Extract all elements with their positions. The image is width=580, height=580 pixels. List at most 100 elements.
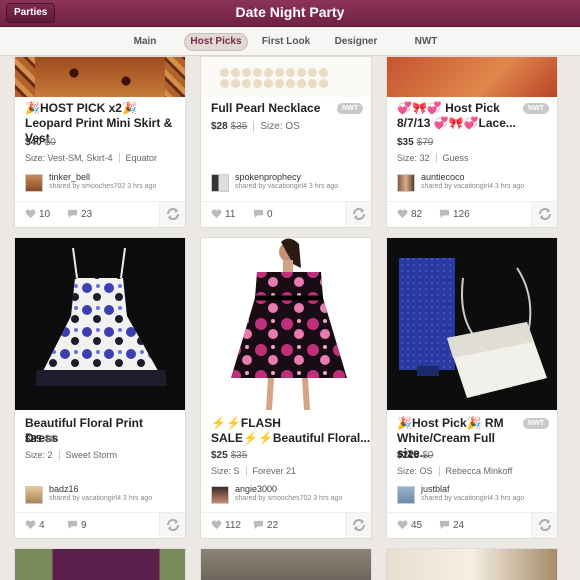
comment-icon [253, 209, 264, 219]
listing-price: $25 $35 [211, 450, 248, 461]
listing-photo[interactable] [15, 57, 185, 97]
nwt-badge: NWT [523, 418, 549, 429]
avatar[interactable] [25, 486, 43, 504]
comment-button[interactable]: 9 [67, 520, 87, 531]
tab-designer[interactable]: Designer [330, 33, 382, 51]
comment-icon [253, 520, 264, 530]
listing-card[interactable] [386, 548, 558, 580]
seller-username[interactable]: justblaf [421, 484, 450, 494]
dress-image [231, 238, 347, 410]
tab-main[interactable]: Main [126, 33, 164, 51]
like-button[interactable]: 112 [211, 520, 241, 531]
share-button[interactable] [159, 513, 185, 538]
shared-by-text: shared by vacationgirl4 3 hrs ago [235, 183, 339, 190]
listing-price: $25 $0 [25, 434, 56, 445]
listing-stats: 82 126 [387, 201, 557, 227]
comment-button[interactable]: 22 [253, 520, 278, 531]
tab-nwt[interactable]: NWT [408, 33, 444, 51]
listing-seller[interactable]: spokenprophecy shared by vacationgirl4 3… [211, 172, 371, 192]
listing-seller[interactable]: angie3000 shared by smooches702 3 hrs ag… [211, 484, 371, 504]
heart-icon [211, 520, 222, 530]
avatar[interactable] [25, 174, 43, 192]
listing-size-brand: Size: 2 Sweet Storm [25, 450, 118, 460]
listing-photo[interactable] [15, 238, 185, 410]
tab-first-look[interactable]: First Look [258, 33, 314, 51]
comment-button[interactable]: 23 [67, 209, 92, 220]
shared-by-text: shared by vacationgirl4 3 hrs ago [421, 495, 525, 502]
like-button[interactable]: 4 [25, 520, 45, 531]
share-icon [167, 208, 179, 220]
heart-icon [397, 520, 408, 530]
listing-price: $35 $79 [397, 137, 434, 148]
share-button[interactable] [159, 202, 185, 227]
seller-username[interactable]: badz16 [49, 484, 79, 494]
share-button[interactable] [531, 513, 557, 538]
share-icon [167, 519, 179, 531]
comment-icon [67, 520, 78, 530]
share-button[interactable] [531, 202, 557, 227]
heart-icon [397, 209, 408, 219]
like-button[interactable]: 11 [211, 209, 235, 220]
avatar[interactable] [397, 174, 415, 192]
comment-icon [67, 209, 78, 219]
listing-stats: 45 24 [387, 512, 557, 538]
listing-photo[interactable] [15, 549, 185, 580]
listing-price: $225 $0 [397, 450, 434, 461]
listing-seller[interactable]: badz16 shared by vacationgirl4 3 hrs ago [25, 484, 185, 504]
shared-by-text: shared by smooches702 3 hrs ago [235, 495, 343, 502]
listing-card[interactable]: Beautiful Floral Print Dress $25 $0 Size:… [14, 237, 186, 539]
listing-photo[interactable] [387, 57, 557, 97]
listing-price: $28 $35 Size: OS [211, 121, 300, 132]
listing-card[interactable]: ⚡⚡FLASH SALE⚡⚡Beautiful Floral... $25 $35… [200, 237, 372, 539]
listing-seller[interactable]: justblaf shared by vacationgirl4 3 hrs a… [397, 484, 557, 504]
seller-username[interactable]: tinker_bell [49, 172, 90, 182]
listing-stats: 11 0 [201, 201, 371, 227]
seller-username[interactable]: auntiecoco [421, 172, 465, 182]
listing-size-brand: Size: 32 Guess [397, 153, 469, 163]
share-button[interactable] [345, 513, 371, 538]
listing-photo[interactable] [387, 238, 557, 410]
listing-photo[interactable] [201, 238, 371, 410]
avatar[interactable] [211, 486, 229, 504]
tab-host-picks[interactable]: Host Picks [184, 33, 248, 51]
avatar[interactable] [397, 486, 415, 504]
listing-stats: 4 9 [15, 512, 185, 538]
share-icon [353, 208, 365, 220]
shared-by-text: shared by smooches702 3 hrs ago [49, 183, 157, 190]
shared-by-text: shared by vacationgirl4 3 hrs ago [49, 495, 153, 502]
like-button[interactable]: 82 [397, 209, 422, 220]
listing-title[interactable]: Full Pearl Necklace [211, 101, 341, 116]
listing-card[interactable] [14, 548, 186, 580]
listing-seller[interactable]: auntiecoco shared by vacationgirl4 3 hrs… [397, 172, 557, 192]
listing-title[interactable]: ⚡⚡FLASH SALE⚡⚡Beautiful Floral... [211, 416, 371, 446]
seller-username[interactable]: spokenprophecy [235, 172, 301, 182]
share-button[interactable] [345, 202, 371, 227]
shared-by-text: shared by vacationgirl4 3 hrs ago [421, 183, 525, 190]
listing-title[interactable]: 💞🎀💞 Host Pick 8/7/13 💞🎀💞Lace... [397, 101, 525, 131]
header-bar: Parties Date Night Party [0, 0, 580, 27]
listing-photo[interactable] [201, 549, 371, 580]
listing-card[interactable]: 🎉HOST PICK x2🎉Leopard Print Mini Skirt &… [14, 56, 186, 228]
comment-icon [439, 520, 450, 530]
tab-bar: Main Host Picks First Look Designer NWT [0, 28, 580, 56]
listing-photo[interactable] [201, 57, 371, 97]
listing-card[interactable] [200, 548, 372, 580]
listing-size-brand: Size: Vest-SM, Skirt-4 Equator [25, 153, 158, 163]
listing-stats: 112 22 [201, 512, 371, 538]
seller-username[interactable]: angie3000 [235, 484, 277, 494]
listing-stats: 10 23 [15, 201, 185, 227]
listing-card[interactable]: 🎉Host Pick🎉 RM White/Cream Full size... … [386, 237, 558, 539]
comment-button[interactable]: 24 [439, 520, 464, 531]
listing-card[interactable]: Full Pearl Necklace NWT $28 $35 Size: OS s… [200, 56, 372, 228]
bag-image [399, 258, 547, 398]
comment-button[interactable]: 0 [253, 209, 273, 220]
listing-photo[interactable] [387, 549, 557, 580]
share-icon [539, 208, 551, 220]
like-button[interactable]: 10 [25, 209, 50, 220]
listing-seller[interactable]: tinker_bell shared by smooches702 3 hrs … [25, 172, 185, 192]
comment-button[interactable]: 126 [439, 209, 470, 220]
listing-card[interactable]: 💞🎀💞 Host Pick 8/7/13 💞🎀💞Lace... NWT $35 $… [386, 56, 558, 228]
nwt-badge: NWT [523, 103, 549, 114]
like-button[interactable]: 45 [397, 520, 422, 531]
avatar[interactable] [211, 174, 229, 192]
